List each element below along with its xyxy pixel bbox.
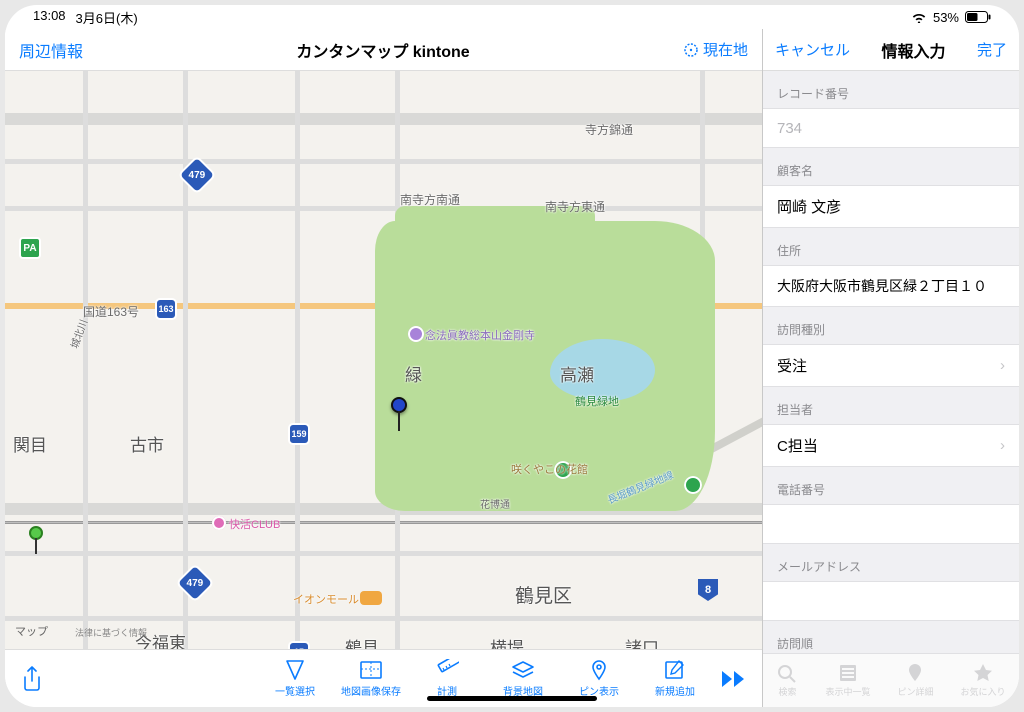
toolbar-label: 一覧選択 — [275, 683, 315, 698]
tab-pin-detail: ピン詳細 — [897, 663, 933, 698]
status-bar: 13:08 3月6日(木) 53% — [5, 5, 1019, 29]
phone-field[interactable] — [763, 504, 1019, 544]
customer-label: 顧客名 — [763, 148, 1019, 185]
temple-poi-icon — [408, 326, 424, 342]
tab-label: 表示中一覧 — [825, 685, 870, 698]
tab-label: 検索 — [778, 685, 796, 698]
address-field[interactable]: 大阪府大阪市鶴見区緑２丁目１０ — [763, 265, 1019, 307]
map-label: 諸口 — [625, 634, 659, 649]
wifi-icon — [911, 11, 927, 23]
assignee-label: 担当者 — [763, 387, 1019, 424]
map-label: 鶴見 — [345, 634, 379, 649]
map-label: 南寺方東通 — [545, 198, 605, 215]
map-pin-selected[interactable] — [391, 397, 407, 413]
toolbar-fast-forward[interactable] — [716, 670, 752, 688]
chevron-right-icon: › — [1000, 437, 1005, 454]
battery-percent: 53% — [933, 10, 959, 25]
tab-favorite: お気に入り — [960, 663, 1005, 698]
toolbar-measure[interactable]: 計測 — [412, 659, 482, 698]
toolbar-pin-show[interactable]: ピン表示 — [564, 659, 634, 698]
toolbar-list-select[interactable]: 一覧選択 — [260, 659, 330, 698]
tab-search: 検索 — [776, 663, 798, 698]
poi-icon — [212, 516, 226, 530]
assignee-field[interactable]: C担当 › — [763, 424, 1019, 467]
map-label: 緑 — [405, 361, 422, 386]
locate-icon — [683, 42, 699, 58]
email-field[interactable] — [763, 581, 1019, 621]
chevron-right-icon: › — [1000, 357, 1005, 374]
toolbar-basemap[interactable]: 背景地図 — [488, 659, 558, 698]
tab-list: 表示中一覧 — [825, 663, 870, 698]
map-header: 周辺情報 カンタンマップ kintone 現在地 — [5, 29, 762, 71]
bottom-toolbar: 一覧選択 地図画像保存 計測 背景地図 ピン表示 — [5, 649, 762, 707]
map-canvas[interactable]: 479 479 163 159 8 15 PA 寺方錦通 南寺方南通 南寺方東通… — [5, 71, 762, 649]
map-pin[interactable] — [29, 526, 43, 540]
nearby-info-button[interactable]: 周辺情報 — [19, 38, 83, 62]
locate-button[interactable]: 現在地 — [683, 39, 748, 60]
form-header: キャンセル 情報入力 完了 — [763, 29, 1019, 71]
tab-label: お気に入り — [960, 685, 1005, 698]
share-button[interactable] — [15, 666, 49, 692]
toolbar-label: 新規追加 — [655, 683, 695, 698]
form-title: 情報入力 — [850, 38, 977, 62]
map-label: 横堤 — [490, 634, 524, 649]
map-legal[interactable]: 法律に基づく情報 — [75, 626, 147, 639]
map-label: 寺方錦通 — [585, 121, 633, 138]
cancel-button[interactable]: キャンセル — [775, 39, 850, 60]
route-shield-159: 159 — [288, 423, 310, 445]
app-title: カンタンマップ kintone — [83, 38, 683, 62]
visit-type-field[interactable]: 受注 › — [763, 344, 1019, 387]
toolbar-label: 地図画像保存 — [341, 683, 401, 698]
address-label: 住所 — [763, 228, 1019, 265]
map-attribution: マップ — [15, 623, 48, 639]
battery-icon — [965, 11, 991, 23]
map-label: 南寺方南通 — [400, 191, 460, 208]
map-label: 鶴見緑地 — [575, 393, 619, 409]
customer-field[interactable]: 岡崎 文彦 — [763, 185, 1019, 228]
form-scroll[interactable]: レコード番号 734 顧客名 岡崎 文彦 住所 大阪府大阪市鶴見区緑２丁目１０ … — [763, 71, 1019, 653]
toolbar-save-image[interactable]: 地図画像保存 — [336, 659, 406, 698]
phone-label: 電話番号 — [763, 467, 1019, 504]
route-shield-479: 479 — [175, 563, 215, 603]
visit-type-value: 受注 — [777, 355, 807, 376]
map-label: 咲くやこの花館 — [511, 461, 588, 477]
route-shield-8: 8 — [698, 579, 718, 601]
map-label: 快活CLUB — [229, 516, 280, 532]
map-label: 念法眞教総本山金剛寺 — [425, 327, 535, 343]
route-shield-15: 15 — [288, 641, 310, 649]
map-label: 高瀬 — [560, 361, 594, 386]
map-label: 古市 — [130, 431, 164, 456]
assignee-value: C担当 — [777, 435, 818, 456]
right-tabs: 検索 表示中一覧 ピン詳細 お気に入り — [763, 653, 1019, 707]
email-label: メールアドレス — [763, 544, 1019, 581]
visit-type-label: 訪問種別 — [763, 307, 1019, 344]
visit-order-label: 訪問順 — [763, 621, 1019, 653]
map-label: 鶴見区 — [515, 581, 572, 608]
status-time: 13:08 — [33, 8, 66, 27]
toolbar-add-new[interactable]: 新規追加 — [640, 659, 710, 698]
map-label: 花博通 — [480, 496, 510, 511]
done-button[interactable]: 完了 — [977, 39, 1007, 60]
locate-label: 現在地 — [703, 39, 748, 60]
record-no-label: レコード番号 — [763, 71, 1019, 108]
record-no-field[interactable]: 734 — [763, 108, 1019, 148]
map-label: イオンモール — [293, 591, 359, 607]
poi-icon — [360, 591, 382, 605]
tab-label: ピン詳細 — [897, 685, 933, 698]
park-poi-icon — [684, 476, 702, 494]
pa-shield: PA — [19, 237, 41, 259]
map-label: 関目 — [13, 431, 47, 456]
map-label: 国道163号 — [83, 303, 139, 320]
status-date: 3月6日(木) — [76, 8, 138, 27]
route-shield-163: 163 — [155, 298, 177, 320]
home-indicator[interactable] — [427, 696, 597, 701]
